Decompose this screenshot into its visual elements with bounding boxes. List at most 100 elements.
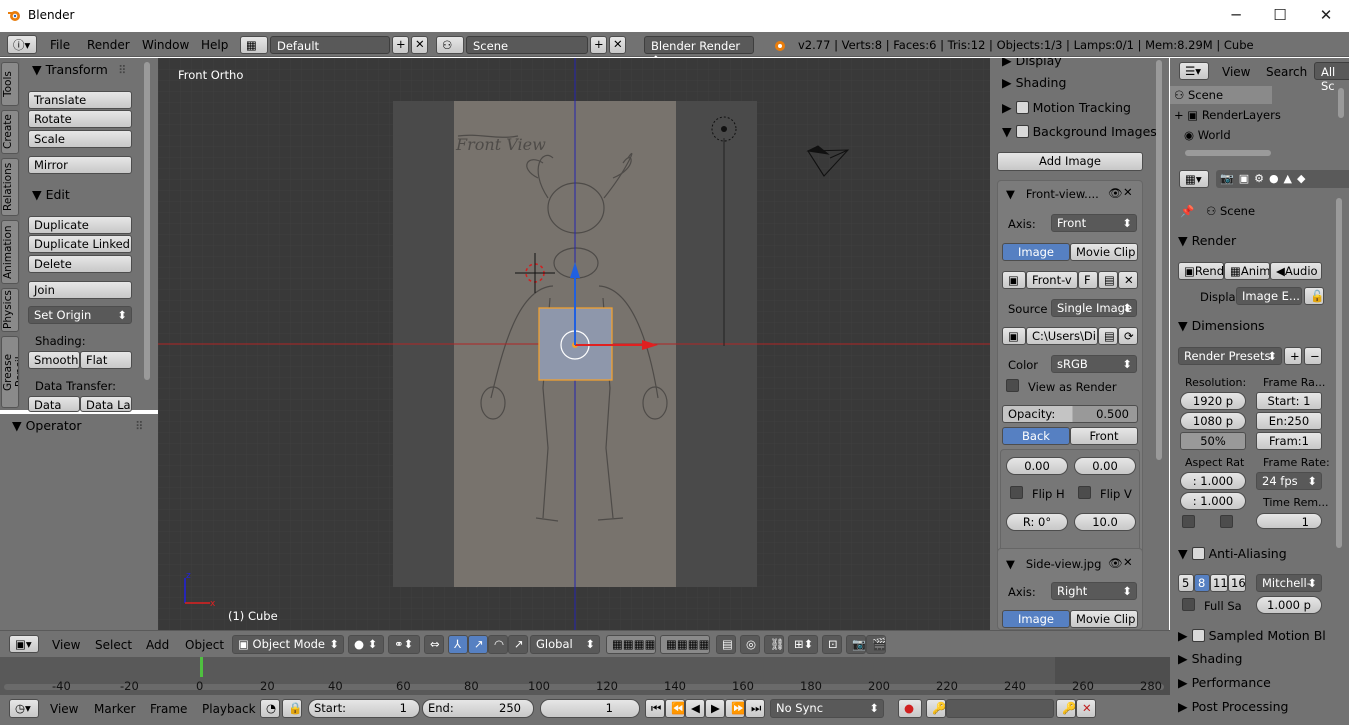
crop-checkbox[interactable] <box>1220 515 1233 528</box>
aa-11-button[interactable]: 11 <box>1210 574 1228 592</box>
interaction-mode-dropdown[interactable]: ▣ Object Mode ⬍ <box>232 635 344 654</box>
outliner-hscrollbar[interactable] <box>1185 150 1271 156</box>
render-layers-item[interactable]: + ▣ RenderLayers <box>1174 108 1281 122</box>
pivot-point-dropdown[interactable]: ⚭⬍ <box>388 635 420 654</box>
add-image-button[interactable]: Add Image <box>997 152 1143 171</box>
movie-clip-tab-button[interactable]: Movie Clip <box>1070 243 1138 261</box>
post-processing-panel-header[interactable]: ▶ Post Processing <box>1178 699 1288 714</box>
preview-range-icon[interactable]: ◔ <box>260 699 280 718</box>
outliner-vscrollbar[interactable] <box>1338 88 1344 118</box>
timeline[interactable]: -40 -20 0 20 40 60 80 100 120 140 160 18… <box>0 657 1170 695</box>
menu-help[interactable]: Help <box>201 38 228 52</box>
tab-tools[interactable]: Tools <box>1 62 19 106</box>
end-frame-field[interactable]: End: 250 <box>422 699 534 718</box>
lock-range-icon[interactable]: 🔒 <box>282 699 302 718</box>
fake-user-button[interactable]: F <box>1078 271 1098 289</box>
filter-dropdown[interactable]: Mitchell- ⬍ <box>1256 574 1322 592</box>
jump-end-icon[interactable]: ⏭ <box>745 699 765 718</box>
full-sample-checkbox[interactable] <box>1182 598 1195 611</box>
aspect-y-field[interactable]: : 1.000 <box>1180 492 1246 510</box>
tab-physics[interactable]: Physics <box>1 288 19 332</box>
add-scene-icon[interactable]: + <box>590 36 607 54</box>
dimensions-panel-header[interactable]: ▼ Dimensions <box>1178 318 1265 333</box>
side-eye-icon[interactable]: 👁 <box>1108 556 1123 570</box>
transform-panel-header[interactable]: ▼ Transform <box>32 62 108 77</box>
axis-front-dropdown[interactable]: Front ⬍ <box>1051 214 1137 232</box>
time-remap-field[interactable]: 1 <box>1256 513 1322 529</box>
duplicate-linked-button[interactable]: Duplicate Linked <box>28 235 132 253</box>
image-tab-button[interactable]: Image <box>1002 243 1070 261</box>
insert-keyframe-icon[interactable]: 🔑 <box>1056 699 1076 718</box>
tab-create[interactable]: Create <box>1 110 19 154</box>
next-keyframe-icon[interactable]: ⏩ <box>725 699 745 718</box>
remove-side-icon[interactable]: ✕ <box>1123 555 1133 569</box>
outliner-search-menu[interactable]: Search <box>1266 65 1307 79</box>
jump-start-icon[interactable]: ⏮ <box>645 699 665 718</box>
data-button[interactable]: Data <box>28 396 80 412</box>
drag-handle-icon[interactable]: ⠿ <box>118 63 126 77</box>
scene-field[interactable]: Scene <box>466 36 588 54</box>
scale-button[interactable]: Scale <box>28 130 132 148</box>
tab-animation[interactable]: Animation <box>1 220 19 284</box>
add-screen-icon[interactable]: + <box>392 36 409 54</box>
tl-marker-menu[interactable]: Marker <box>94 702 135 716</box>
axis-right-dropdown[interactable]: Right ⬍ <box>1051 582 1137 600</box>
mirror-button[interactable]: Mirror <box>28 156 132 174</box>
current-frame-indicator[interactable] <box>200 657 203 677</box>
minimize-button[interactable]: ─ <box>1226 6 1246 24</box>
tl-frame-menu[interactable]: Frame <box>150 702 187 716</box>
border-checkbox[interactable] <box>1182 515 1195 528</box>
screen-layout-icon[interactable]: ▦ <box>240 36 268 54</box>
tl-playback-menu[interactable]: Playback <box>202 702 256 716</box>
opengl-anim-icon[interactable]: 🎬 <box>866 635 886 654</box>
remove-front-icon[interactable]: ✕ <box>1123 185 1133 199</box>
rotate-mode-icon[interactable]: ◠ <box>488 635 508 654</box>
vp-add-menu[interactable]: Add <box>146 638 169 652</box>
operator-drag-icon[interactable]: ⠿ <box>135 419 143 433</box>
shading-panel-header[interactable]: ▶ Shading <box>1002 75 1066 90</box>
reload-icon[interactable]: ⟳ <box>1118 327 1138 345</box>
timeline-hscrollbar[interactable] <box>4 684 1164 690</box>
shelf-scrollbar[interactable] <box>144 62 150 380</box>
start-frame-field[interactable]: Start: 1 <box>308 699 420 718</box>
scene-selector-icon[interactable]: ⚇ <box>436 36 464 54</box>
anti-aliasing-checkbox[interactable] <box>1191 547 1205 560</box>
view-as-render-checkbox[interactable] <box>1006 379 1019 392</box>
remove-screen-icon[interactable]: ✕ <box>411 36 428 54</box>
flip-v-checkbox[interactable] <box>1078 486 1091 499</box>
opacity-slider[interactable]: Opacity: 0.500 <box>1002 405 1138 423</box>
set-origin-dropdown[interactable]: Set Origin ⬍ <box>28 306 132 324</box>
aa-5-button[interactable]: 5 <box>1178 574 1194 592</box>
offset-y-field[interactable]: 0.00 <box>1074 457 1136 475</box>
layers-block-1[interactable]: ▦▦▦▦▦ <box>606 635 656 654</box>
operator-panel-header[interactable]: ▼ Operator <box>12 418 82 433</box>
keying-set-icon[interactable]: 🔑 <box>926 699 946 718</box>
play-icon[interactable]: ▶ <box>705 699 725 718</box>
render-presets-dropdown[interactable]: Render Presets ⬍ <box>1178 347 1282 365</box>
delete-button[interactable]: Delete <box>28 255 132 273</box>
npanel-scrollbar[interactable] <box>1156 60 1162 460</box>
eye-icon[interactable]: 👁 <box>1108 186 1123 200</box>
rotate-manipulator-icon[interactable]: ↗ <box>468 635 488 654</box>
sampled-motion-panel-header[interactable]: ▶ Sampled Motion Bl <box>1178 627 1326 643</box>
layers-block-2[interactable]: ▦▦▦▦▦ <box>660 635 710 654</box>
render-panel-header[interactable]: ▼ Render <box>1178 233 1236 248</box>
snap-element-dropdown[interactable]: ⊞⬍ <box>788 635 818 654</box>
anti-aliasing-panel-header[interactable]: ▼ Anti-Aliasing <box>1178 545 1287 561</box>
front-button[interactable]: Front <box>1070 427 1138 445</box>
props-scrollbar[interactable] <box>1336 198 1342 548</box>
aspect-x-field[interactable]: : 1.000 <box>1180 472 1246 490</box>
translate-manipulator-icon[interactable]: ⅄ <box>448 635 468 654</box>
tab-relations[interactable]: Relations <box>1 158 19 216</box>
props-shading-panel-header[interactable]: ▶ Shading <box>1178 651 1242 666</box>
3d-viewport[interactable]: Front View z x Front Ortho (1) Cube <box>158 58 990 630</box>
add-preset-icon[interactable]: + <box>1284 347 1302 365</box>
motion-tracking-checkbox[interactable] <box>1015 101 1029 114</box>
world-item[interactable]: ◉ World <box>1184 128 1231 142</box>
outliner-view-menu[interactable]: View <box>1222 65 1250 79</box>
join-button[interactable]: Join <box>28 281 132 299</box>
viewport-canvas[interactable]: Front View z x <box>158 58 990 630</box>
frame-rate-dropdown[interactable]: 24 fps ⬍ <box>1256 472 1322 490</box>
lock-interface-icon[interactable]: 🔓 <box>1304 287 1324 305</box>
remove-scene-icon[interactable]: ✕ <box>609 36 626 54</box>
